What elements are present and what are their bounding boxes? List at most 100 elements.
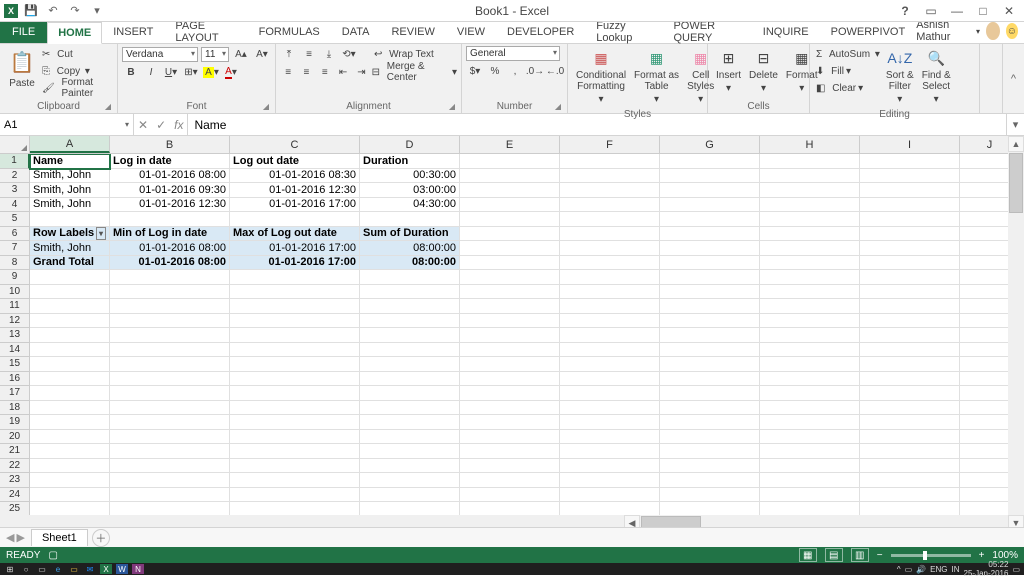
cell[interactable] [230,372,360,387]
format-painter-button[interactable]: 🖌 Format Painter [42,80,111,96]
insert-cells-button[interactable]: ⊞Insert▾ [712,46,745,96]
cell[interactable] [660,328,760,343]
file-explorer-icon[interactable]: ▭ [68,564,80,574]
row-header[interactable]: 8 [0,256,30,271]
scroll-up-button[interactable]: ▲ [1008,136,1024,152]
cell[interactable] [760,430,860,445]
cell[interactable] [660,299,760,314]
tab-powerpivot[interactable]: POWERPIVOT [820,21,917,43]
cell[interactable] [230,502,360,515]
cell[interactable] [30,444,110,459]
cell[interactable]: Name [30,154,110,169]
cell[interactable]: 01-01-2016 17:00 [230,198,360,213]
macro-record-icon[interactable]: ▢ [48,550,57,561]
cut-button[interactable]: ✂ Cut [42,46,111,62]
cell[interactable] [560,241,660,256]
page-layout-view-button[interactable]: ▤ [825,548,843,562]
cell[interactable]: 00:30:00 [360,169,460,184]
font-size-combo[interactable]: 11 [201,47,229,62]
cell[interactable] [230,473,360,488]
maximize-button[interactable]: □ [972,2,994,20]
column-header[interactable]: H [760,136,860,153]
cell[interactable] [560,386,660,401]
cell[interactable]: 01-01-2016 08:30 [230,169,360,184]
cell[interactable]: Log in date [110,154,230,169]
column-header[interactable]: A [30,136,110,153]
wrap-text-button[interactable]: ↩ Wrap Text [374,46,434,62]
cell[interactable]: Sum of Duration [360,227,460,242]
row-header[interactable]: 11 [0,299,30,314]
tray-volume-icon[interactable]: 🔊 [916,565,926,574]
row-header[interactable]: 15 [0,357,30,372]
expand-formula-bar[interactable]: ▾ [1006,114,1024,135]
cell[interactable] [560,270,660,285]
accounting-format[interactable]: $▾ [466,63,484,79]
cell[interactable] [860,256,960,271]
cell[interactable] [860,169,960,184]
cell[interactable]: Duration [360,154,460,169]
cell[interactable] [460,183,560,198]
row-header[interactable]: 5 [0,212,30,227]
cell[interactable] [460,415,560,430]
row-header[interactable]: 1 [0,154,30,169]
cell[interactable] [230,386,360,401]
cell[interactable] [230,444,360,459]
cell[interactable]: 01-01-2016 08:00 [110,241,230,256]
row-header[interactable]: 23 [0,473,30,488]
new-sheet-button[interactable]: ＋ [92,529,110,547]
cell[interactable] [560,256,660,271]
cell[interactable] [360,488,460,503]
cell[interactable] [460,328,560,343]
cell[interactable] [460,343,560,358]
row-header[interactable]: 7 [0,241,30,256]
row-header[interactable]: 10 [0,285,30,300]
cell[interactable] [110,270,230,285]
cell[interactable] [560,198,660,213]
cell[interactable] [660,488,760,503]
cell[interactable]: 01-01-2016 08:00 [110,169,230,184]
cell[interactable] [760,270,860,285]
cell[interactable] [110,473,230,488]
increase-decimal[interactable]: .0→ [526,63,544,79]
minimize-button[interactable]: — [946,2,968,20]
border-button[interactable]: ⊞▾ [182,64,200,80]
column-header[interactable]: C [230,136,360,153]
cell[interactable] [360,401,460,416]
cell[interactable] [560,299,660,314]
cell[interactable] [760,198,860,213]
row-header[interactable]: 19 [0,415,30,430]
cell[interactable] [460,459,560,474]
cell[interactable] [230,299,360,314]
mail-icon[interactable]: ✉ [84,564,96,574]
cell[interactable] [460,212,560,227]
row-header[interactable]: 25 [0,502,30,515]
row-header[interactable]: 22 [0,459,30,474]
cell[interactable] [860,488,960,503]
cell[interactable] [860,227,960,242]
cell[interactable] [360,357,460,372]
start-button[interactable]: ⊞ [4,564,16,574]
align-right[interactable]: ≡ [317,64,333,80]
cell[interactable] [860,154,960,169]
cell[interactable] [660,270,760,285]
cell[interactable] [860,328,960,343]
cell[interactable] [760,328,860,343]
excel-taskbar-icon[interactable]: X [100,564,112,574]
zoom-out-button[interactable]: − [877,550,883,561]
cell[interactable] [230,285,360,300]
decrease-decimal[interactable]: ←.0 [546,63,564,79]
cell[interactable] [760,212,860,227]
cell[interactable]: Smith, John [30,241,110,256]
cell[interactable] [230,357,360,372]
cell[interactable] [560,415,660,430]
tab-developer[interactable]: DEVELOPER [496,21,585,43]
cell[interactable] [860,314,960,329]
column-header[interactable]: I [860,136,960,153]
align-center[interactable]: ≡ [298,64,314,80]
cell[interactable] [360,212,460,227]
cell[interactable] [230,328,360,343]
decrease-font-button[interactable]: A▾ [253,46,271,62]
cell[interactable] [30,488,110,503]
user-avatar[interactable] [986,22,1000,40]
alignment-dialog-icon[interactable]: ◢ [449,102,455,111]
